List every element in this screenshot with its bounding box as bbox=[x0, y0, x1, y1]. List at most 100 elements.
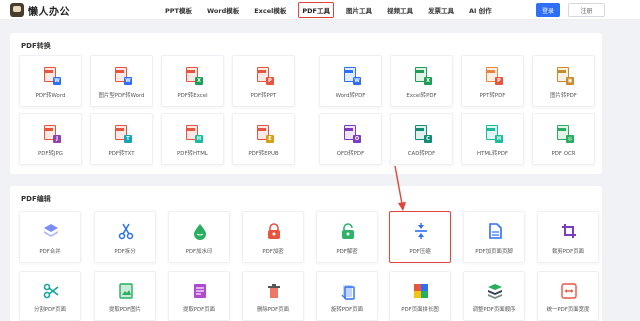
convert-card-1[interactable]: W PDF转Word bbox=[19, 55, 82, 107]
nav-video-tools[interactable]: 视频工具 bbox=[384, 3, 416, 17]
edit-card-10[interactable]: 提取PDF图片 bbox=[94, 271, 156, 321]
edit-card-2[interactable]: PDF拆分 bbox=[94, 211, 156, 263]
pdf-convert-panel: PDF转换 W PDF转Word W 图片型PDF转Word X PDF转Excel P PD… bbox=[10, 33, 602, 174]
edit-card-5[interactable]: PDF解密 bbox=[316, 211, 378, 263]
convert-card-16[interactable]: ◎ PDF OCR bbox=[532, 113, 595, 165]
convert-card-9[interactable]: J PDF转JPG bbox=[19, 113, 82, 165]
lock-icon bbox=[265, 222, 283, 240]
page-icon bbox=[486, 222, 504, 240]
water-drop-icon bbox=[191, 222, 209, 240]
edit-card-4[interactable]: PDF加密 bbox=[242, 211, 304, 263]
nav-excel-templates[interactable]: Excel模板 bbox=[251, 3, 289, 17]
trash-icon bbox=[265, 282, 283, 300]
convert-card-14[interactable]: C CAD转PDF bbox=[390, 113, 453, 165]
card-label: PDF转JPG bbox=[38, 151, 63, 157]
layers-icon bbox=[42, 222, 60, 240]
card-label: 提取PDF页面 bbox=[182, 307, 216, 313]
file-convert-icon: X bbox=[186, 67, 203, 85]
card-label: 分割PDF页面 bbox=[33, 307, 67, 313]
nav-ai-create[interactable]: AI 创作 bbox=[466, 3, 495, 17]
edit-card-16[interactable]: 统一PDF页面宽度 bbox=[537, 271, 599, 321]
card-label: PDF解密 bbox=[336, 249, 358, 255]
edit-card-12[interactable]: 删除PDF页面 bbox=[242, 271, 304, 321]
logo-text: 懒人办公 bbox=[28, 6, 70, 18]
convert-card-5[interactable]: W Word转PDF bbox=[319, 55, 382, 107]
convert-card-2[interactable]: W 图片型PDF转Word bbox=[90, 55, 153, 107]
card-label: 图片转PDF bbox=[550, 93, 577, 99]
unlock-icon bbox=[339, 222, 357, 240]
card-label: 图片型PDF转Word bbox=[98, 93, 145, 99]
file-convert-icon: X bbox=[415, 67, 432, 85]
convert-card-10[interactable]: T PDF转TXT bbox=[90, 113, 153, 165]
section-title: PDF转换 bbox=[21, 42, 51, 50]
edit-card-6[interactable]: PDF压缩 bbox=[389, 211, 451, 263]
stack-icon bbox=[486, 282, 504, 300]
format-badge: W bbox=[53, 77, 61, 85]
compress-icon bbox=[412, 222, 430, 240]
file-convert-icon: C bbox=[415, 125, 432, 143]
nav-word-templates[interactable]: Word模板 bbox=[204, 3, 242, 17]
convert-card-11[interactable]: H PDF转HTML bbox=[161, 113, 224, 165]
format-badge: T bbox=[124, 135, 132, 143]
convert-card-4[interactable]: P PDF转PPT bbox=[232, 55, 295, 107]
width-icon bbox=[560, 282, 578, 300]
rotate-icon bbox=[339, 282, 357, 300]
site-logo[interactable]: 懒人办公 bbox=[10, 2, 70, 18]
card-label: CAD转PDF bbox=[407, 151, 436, 157]
convert-card-8[interactable]: ▣ 图片转PDF bbox=[532, 55, 595, 107]
file-convert-icon: J bbox=[44, 125, 61, 143]
edit-card-8[interactable]: 裁剪PDF页面 bbox=[537, 211, 599, 263]
convert-card-6[interactable]: X Excel转PDF bbox=[390, 55, 453, 107]
nav-pdf-tools[interactable]: PDF工具 bbox=[298, 2, 334, 18]
image-icon bbox=[117, 282, 135, 300]
format-badge: H bbox=[195, 135, 203, 143]
edit-card-14[interactable]: PDF页面拼长图 bbox=[389, 271, 451, 321]
edit-card-13[interactable]: 旋转PDF页面 bbox=[316, 271, 378, 321]
card-label: PDF转EPUB bbox=[248, 151, 279, 157]
format-badge: ▣ bbox=[566, 77, 574, 85]
convert-card-7[interactable]: P PPT转PDF bbox=[461, 55, 524, 107]
edit-card-1[interactable]: PDF合并 bbox=[19, 211, 81, 263]
card-label: 调整PDF页面顺序 bbox=[472, 307, 516, 313]
top-header: 懒人办公 PPT模板 Word模板 Excel模板 PDF工具 图片工具 视频工… bbox=[0, 0, 640, 20]
file-convert-icon: P bbox=[486, 67, 503, 85]
register-button[interactable]: 注册 bbox=[568, 3, 605, 17]
card-label: PPT转PDF bbox=[479, 93, 506, 99]
convert-card-12[interactable]: E PDF转EPUB bbox=[232, 113, 295, 165]
file-convert-icon: ▣ bbox=[557, 67, 574, 85]
login-button[interactable]: 登录 bbox=[536, 3, 560, 17]
card-label: PDF加密 bbox=[262, 249, 284, 255]
edit-card-11[interactable]: 提取PDF页面 bbox=[168, 271, 230, 321]
crop-icon bbox=[560, 222, 578, 240]
card-label: PDF OCR bbox=[551, 151, 576, 157]
file-convert-icon: W bbox=[44, 67, 61, 85]
nav-image-tools[interactable]: 图片工具 bbox=[343, 3, 375, 17]
card-label: 裁剪PDF页面 bbox=[551, 249, 585, 255]
card-label: 删除PDF页面 bbox=[256, 307, 290, 313]
edit-card-9[interactable]: 分割PDF页面 bbox=[19, 271, 81, 321]
edit-card-7[interactable]: PDF加页面页脚 bbox=[463, 211, 525, 263]
format-badge: P bbox=[266, 77, 274, 85]
format-badge: H bbox=[495, 135, 503, 143]
file-convert-icon: W bbox=[115, 67, 132, 85]
card-label: Excel转PDF bbox=[406, 93, 437, 99]
card-label: PDF页面拼长图 bbox=[401, 307, 439, 313]
convert-card-3[interactable]: X PDF转Excel bbox=[161, 55, 224, 107]
file-convert-icon: P bbox=[257, 67, 274, 85]
file-convert-icon: E bbox=[257, 125, 274, 143]
card-label: 提取PDF图片 bbox=[108, 307, 142, 313]
split-icon bbox=[42, 282, 60, 300]
card-label: PDF拆分 bbox=[114, 249, 136, 255]
convert-card-13[interactable]: O OFD转PDF bbox=[319, 113, 382, 165]
edit-card-3[interactable]: PDF加水印 bbox=[168, 211, 230, 263]
card-label: PDF转Word bbox=[35, 93, 66, 99]
format-badge: X bbox=[424, 77, 432, 85]
nav-invoice-tools[interactable]: 发票工具 bbox=[425, 3, 457, 17]
format-badge: ◎ bbox=[566, 135, 574, 143]
format-badge: C bbox=[424, 135, 432, 143]
convert-card-15[interactable]: H HTML转PDF bbox=[461, 113, 524, 165]
pdf-edit-panel: PDF编辑 PDF合并 PDF拆分 PDF加水印 PDF加密 PDF解密 PDF压缩 PDF… bbox=[10, 186, 602, 321]
edit-card-15[interactable]: 调整PDF页面顺序 bbox=[463, 271, 525, 321]
nav-ppt-templates[interactable]: PPT模板 bbox=[162, 3, 195, 17]
puzzle-icon bbox=[412, 282, 430, 300]
